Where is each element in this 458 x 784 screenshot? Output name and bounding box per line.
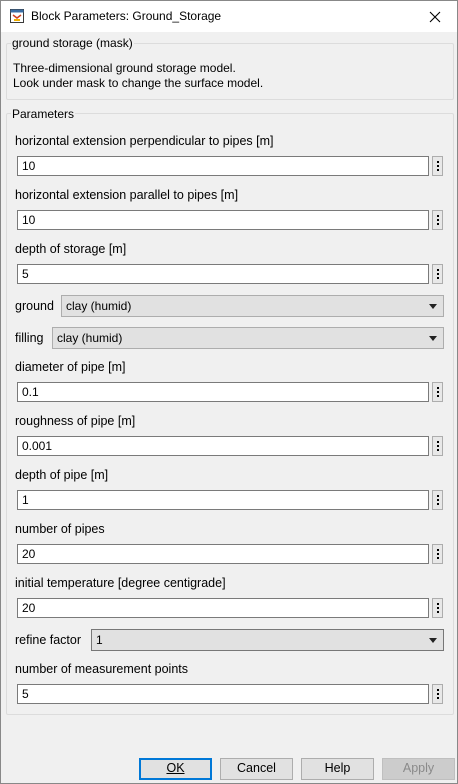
more-options-icon: [436, 693, 439, 695]
more-options-icon: [436, 161, 439, 163]
filling-select[interactable]: clay (humid): [52, 327, 444, 349]
horizontal-par-more-button[interactable]: [432, 210, 443, 230]
depth-storage-label: depth of storage [m]: [15, 242, 127, 256]
more-options-icon: [436, 689, 439, 691]
more-options-icon: [436, 215, 439, 217]
more-options-icon: [436, 169, 439, 171]
help-button[interactable]: Help: [301, 758, 374, 780]
roughness-pipe-input[interactable]: 0.001: [17, 436, 429, 456]
number-pipes-input[interactable]: 20: [17, 544, 429, 564]
ground-select[interactable]: clay (humid): [61, 295, 444, 317]
initial-temp-more-button[interactable]: [432, 598, 443, 618]
close-button[interactable]: [413, 1, 457, 32]
horizontal-perp-input[interactable]: 10: [17, 156, 429, 176]
more-options-icon: [436, 395, 439, 397]
refine-factor-select[interactable]: 1: [91, 629, 444, 651]
horizontal-perp-more-button[interactable]: [432, 156, 443, 176]
more-options-icon: [436, 165, 439, 167]
depth-storage-more-button[interactable]: [432, 264, 443, 284]
refine-factor-label: refine factor: [15, 633, 82, 647]
chevron-down-icon: [429, 304, 437, 309]
window-title: Block Parameters: Ground_Storage: [31, 9, 222, 23]
refine-factor-select-value: 1: [96, 633, 103, 647]
close-icon: [429, 11, 441, 22]
apply-button-label: Apply: [402, 761, 435, 775]
dialog-window: Block Parameters: Ground_Storage ground …: [0, 0, 458, 784]
number-pipes-label: number of pipes: [15, 522, 105, 536]
initial-temp-label: initial temperature [degree centigrade]: [15, 576, 226, 590]
diameter-pipe-more-button[interactable]: [432, 382, 443, 402]
more-options-icon: [436, 391, 439, 393]
depth-pipe-more-button[interactable]: [432, 490, 443, 510]
chevron-down-icon: [429, 638, 437, 643]
title-bar: Block Parameters: Ground_Storage: [1, 1, 457, 32]
cancel-button-label: Cancel: [237, 761, 276, 775]
more-options-icon: [436, 557, 439, 559]
apply-button[interactable]: Apply: [382, 758, 455, 780]
mask-group-title: ground storage (mask): [11, 36, 134, 50]
more-options-icon: [436, 441, 439, 443]
measurement-points-more-button[interactable]: [432, 684, 443, 704]
more-options-icon: [436, 277, 439, 279]
more-options-icon: [436, 503, 439, 505]
more-options-icon: [436, 269, 439, 271]
chevron-down-icon: [429, 336, 437, 341]
help-button-label: Help: [324, 761, 351, 775]
more-options-icon: [436, 445, 439, 447]
initial-temp-input[interactable]: 20: [17, 598, 429, 618]
more-options-icon: [436, 219, 439, 221]
filling-label: filling: [15, 331, 44, 345]
more-options-icon: [436, 495, 439, 497]
ok-button[interactable]: OK: [139, 758, 212, 780]
more-options-icon: [436, 387, 439, 389]
filling-select-value: clay (humid): [57, 331, 123, 345]
roughness-pipe-label: roughness of pipe [m]: [15, 414, 136, 428]
mask-description-line1: Three-dimensional ground storage model.: [13, 61, 236, 75]
parameters-group-title: Parameters: [11, 107, 76, 121]
more-options-icon: [436, 223, 439, 225]
more-options-icon: [436, 273, 439, 275]
more-options-icon: [436, 549, 439, 551]
diameter-pipe-input[interactable]: 0.1: [17, 382, 429, 402]
more-options-icon: [436, 611, 439, 613]
horizontal-par-input[interactable]: 10: [17, 210, 429, 230]
measurement-points-label: number of measurement points: [15, 662, 189, 676]
more-options-icon: [436, 607, 439, 609]
mask-description-line2: Look under mask to change the surface mo…: [13, 76, 264, 90]
measurement-points-input[interactable]: 5: [17, 684, 429, 704]
depth-pipe-label: depth of pipe [m]: [15, 468, 109, 482]
cancel-button[interactable]: Cancel: [220, 758, 293, 780]
block-params-icon: [10, 9, 24, 23]
more-options-icon: [436, 553, 439, 555]
depth-storage-input[interactable]: 5: [17, 264, 429, 284]
roughness-pipe-more-button[interactable]: [432, 436, 443, 456]
more-options-icon: [436, 449, 439, 451]
number-pipes-more-button[interactable]: [432, 544, 443, 564]
ground-label: ground: [15, 299, 54, 313]
more-options-icon: [436, 603, 439, 605]
diameter-pipe-label: diameter of pipe [m]: [15, 360, 126, 374]
ground-select-value: clay (humid): [66, 299, 132, 313]
more-options-icon: [436, 697, 439, 699]
depth-pipe-input[interactable]: 1: [17, 490, 429, 510]
ok-button-label: OK: [166, 761, 185, 775]
horizontal-par-label: horizontal extension parallel to pipes […: [15, 188, 239, 202]
horizontal-perp-label: horizontal extension perpendicular to pi…: [15, 134, 274, 148]
more-options-icon: [436, 499, 439, 501]
